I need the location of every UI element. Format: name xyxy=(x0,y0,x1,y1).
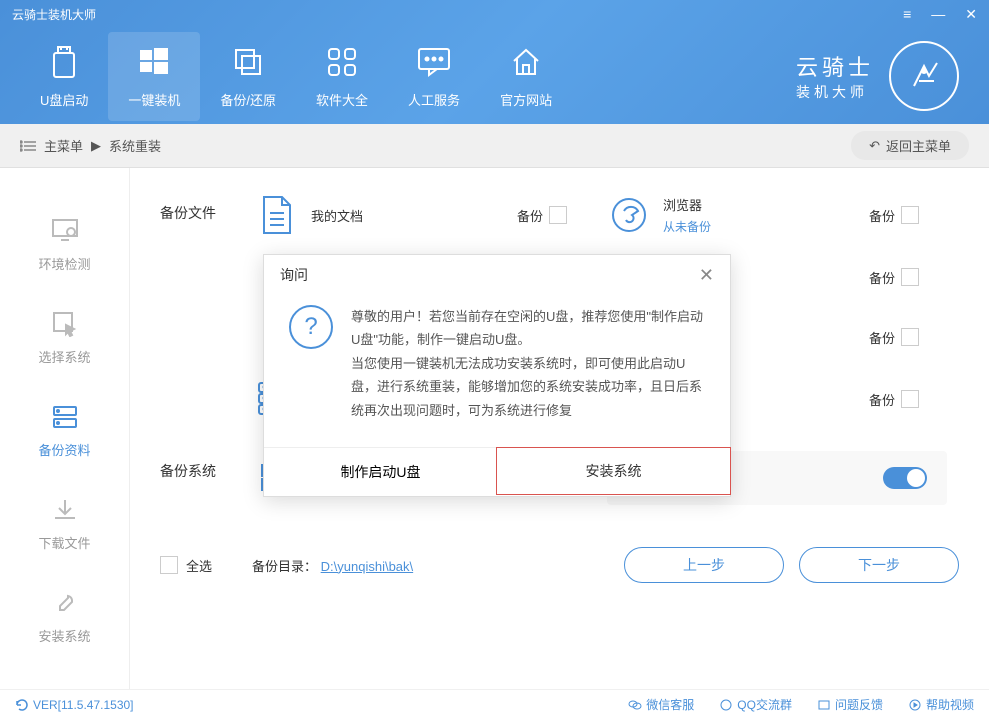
sidebar-select-system[interactable]: 选择系统 xyxy=(0,291,129,384)
monitor-gear-icon xyxy=(50,216,80,246)
brand-logo-icon xyxy=(889,41,959,111)
nav-website[interactable]: 官方网站 xyxy=(480,32,572,121)
prev-button[interactable]: 上一步 xyxy=(624,547,784,583)
return-icon: ↶ xyxy=(869,138,880,154)
backup-dir-link[interactable]: D:\yunqishi\bak\ xyxy=(321,559,414,574)
cursor-select-icon xyxy=(50,309,80,339)
section-system-label: 备份系统 xyxy=(160,451,255,505)
usb-icon xyxy=(46,44,82,80)
section-files-label: 备份文件 xyxy=(160,193,255,421)
list-icon xyxy=(20,140,36,152)
browser-icon xyxy=(607,193,651,237)
home-icon xyxy=(508,44,544,80)
copy-icon xyxy=(230,44,266,80)
nav-usb-boot[interactable]: U盘启动 xyxy=(20,32,108,121)
question-icon: ? xyxy=(289,305,333,349)
chat-icon xyxy=(416,44,452,80)
feedback-icon xyxy=(817,698,831,712)
breadcrumb: 主菜单 ▶ 系统重装 xyxy=(20,136,161,155)
wrench-icon xyxy=(50,588,80,618)
modal-body-text: 尊敬的用户！若您当前存在空闲的U盘，推荐您使用"制作启动U盘"功能，制作一键启动… xyxy=(351,305,705,422)
wechat-icon xyxy=(628,698,642,712)
windows-icon xyxy=(136,44,172,80)
checkbox-wangwang[interactable] xyxy=(901,328,919,346)
refresh-icon xyxy=(15,698,29,712)
backup-dir-label: 备份目录： xyxy=(252,559,317,574)
apps-icon xyxy=(324,44,360,80)
sidebar-install[interactable]: 安装系统 xyxy=(0,570,129,663)
footer-feedback[interactable]: 问题反馈 xyxy=(817,696,883,713)
footer-qq[interactable]: QQ交流群 xyxy=(719,696,792,713)
chevron-right-icon: ▶ xyxy=(91,138,101,154)
next-button[interactable]: 下一步 xyxy=(799,547,959,583)
nav-software[interactable]: 软件大全 xyxy=(296,32,388,121)
footer-help[interactable]: 帮助视频 xyxy=(908,696,974,713)
return-main-button[interactable]: ↶ 返回主菜单 xyxy=(851,131,969,160)
modal-make-usb-button[interactable]: 制作启动U盘 xyxy=(264,448,497,496)
window-title: 云骑士装机大师 xyxy=(12,6,96,23)
version-label[interactable]: VER[11.5.47.1530] xyxy=(15,698,134,712)
checkbox-documents[interactable] xyxy=(549,206,567,224)
nav-backup-restore[interactable]: 备份/还原 xyxy=(200,32,296,121)
minimize-icon[interactable]: — xyxy=(931,6,945,22)
nav-one-click[interactable]: 一键装机 xyxy=(108,32,200,121)
download-icon xyxy=(50,495,80,525)
brand: 云骑士 装机大师 xyxy=(796,41,959,111)
footer-wechat[interactable]: 微信客服 xyxy=(628,696,694,713)
checkbox-browser[interactable] xyxy=(901,206,919,224)
select-all-label: 全选 xyxy=(186,556,212,575)
select-all-checkbox[interactable] xyxy=(160,556,178,574)
sidebar-env-check[interactable]: 环境检测 xyxy=(0,198,129,291)
server-icon xyxy=(50,402,80,432)
kill-mode-toggle[interactable] xyxy=(883,467,927,489)
modal-install-button[interactable]: 安装系统 xyxy=(496,447,731,495)
menu-icon[interactable]: ≡ xyxy=(903,6,911,22)
checkbox-drivers[interactable] xyxy=(901,390,919,408)
sidebar-backup-data[interactable]: 备份资料 xyxy=(0,384,129,477)
video-icon xyxy=(908,698,922,712)
modal-close-button[interactable]: ✕ xyxy=(699,265,714,286)
backup-item-browser: 浏览器从未备份 备份 xyxy=(607,193,959,237)
checkbox-qq[interactable] xyxy=(901,268,919,286)
sidebar-download[interactable]: 下载文件 xyxy=(0,477,129,570)
confirm-modal: 询问 ✕ ? 尊敬的用户！若您当前存在空闲的U盘，推荐您使用"制作启动U盘"功能… xyxy=(263,254,731,497)
qq-icon xyxy=(719,698,733,712)
nav-service[interactable]: 人工服务 xyxy=(388,32,480,121)
document-icon xyxy=(255,193,299,237)
close-icon[interactable]: ✕ xyxy=(965,6,977,23)
backup-item-documents: 我的文档 备份 xyxy=(255,193,607,237)
modal-title: 询问 xyxy=(280,265,308,285)
